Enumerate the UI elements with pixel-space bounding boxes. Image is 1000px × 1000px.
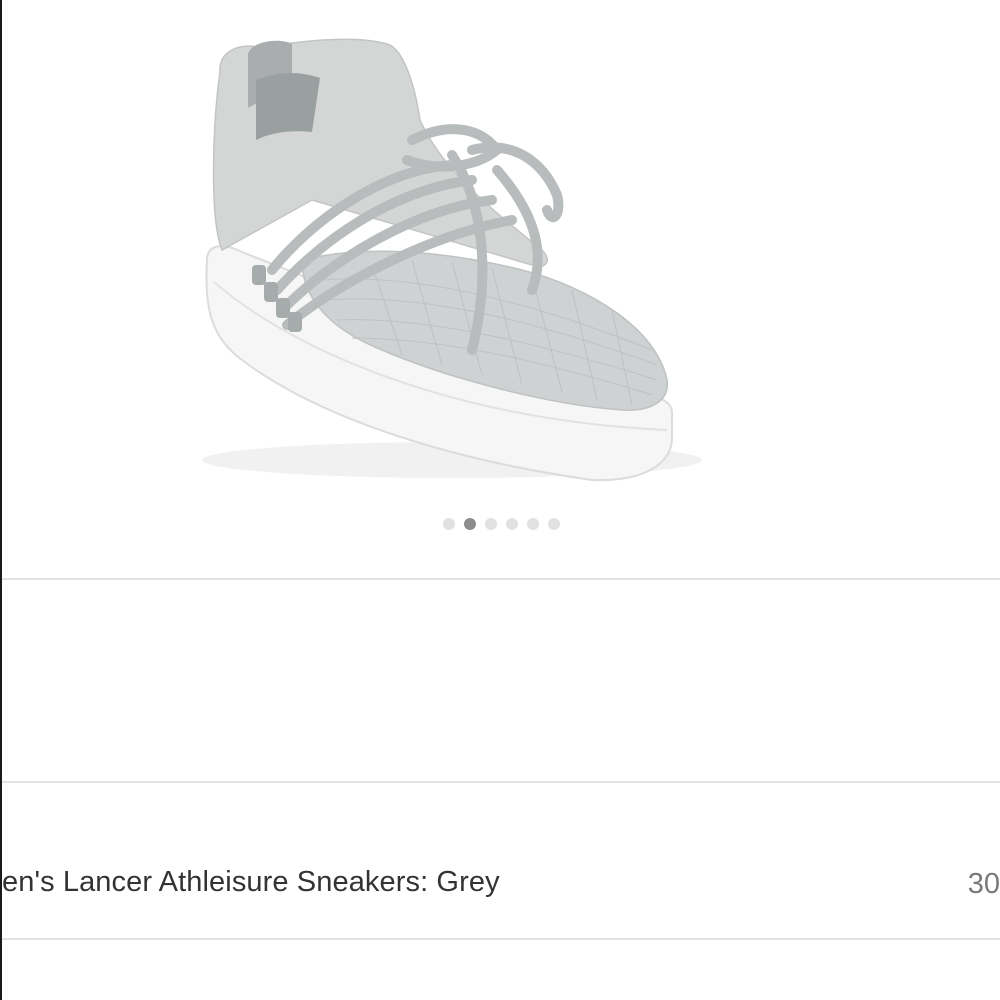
pager-dot-6[interactable]	[547, 518, 560, 530]
product-title: en's Lancer Athleisure Sneakers: Grey	[2, 866, 500, 898]
pager-dot-5[interactable]	[526, 518, 539, 530]
carousel-pager	[2, 518, 1000, 530]
sneaker-image[interactable]	[152, 20, 712, 500]
product-page: en's Lancer Athleisure Sneakers: Grey 30	[0, 0, 1000, 1000]
divider-bottom	[2, 938, 1000, 940]
pager-dot-3[interactable]	[484, 518, 497, 530]
pager-dot-4[interactable]	[505, 518, 518, 530]
product-price: 30	[967, 868, 1000, 900]
pager-dot-2-active[interactable]	[463, 518, 476, 530]
product-image-carousel[interactable]	[2, 0, 1000, 578]
empty-section	[2, 580, 1000, 780]
product-row[interactable]: en's Lancer Athleisure Sneakers: Grey 30	[2, 784, 1000, 938]
pager-dot-1[interactable]	[442, 518, 455, 530]
divider-middle	[2, 781, 1000, 783]
